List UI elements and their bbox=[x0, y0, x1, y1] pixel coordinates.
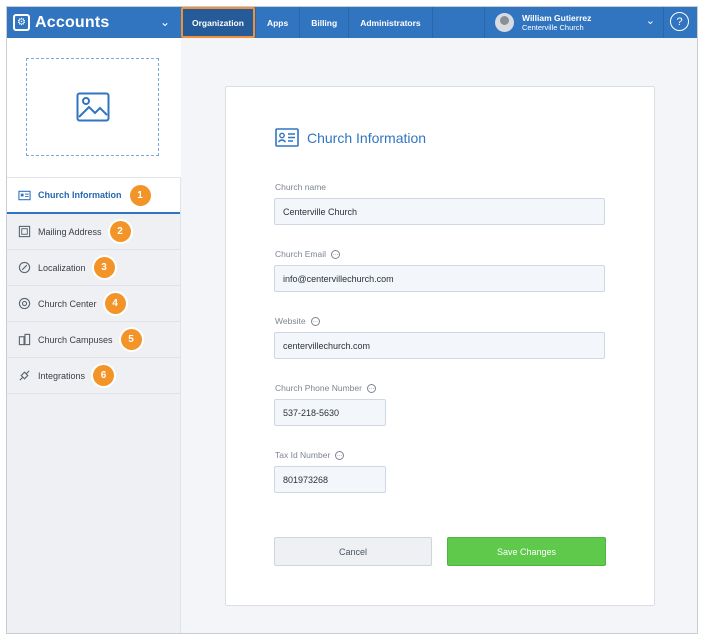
sidebar-item-label: Church Center bbox=[38, 298, 97, 309]
chevron-down-icon: ⌄ bbox=[159, 15, 170, 29]
map-icon bbox=[18, 225, 31, 238]
tax-id-label: Tax Id Number … bbox=[275, 450, 345, 460]
info-icon[interactable]: … bbox=[335, 450, 345, 460]
sidebar-item-church-information[interactable]: Church Information 1 bbox=[7, 178, 180, 214]
church-info-card: Church Information Church name Church Em… bbox=[225, 86, 655, 606]
cancel-button[interactable]: Cancel bbox=[274, 537, 432, 566]
sidebar-item-label: Integrations bbox=[38, 370, 86, 381]
top-nav: Organization Apps Billing Administrators bbox=[181, 7, 433, 38]
buildings-icon bbox=[18, 333, 31, 346]
church-name-label: Church name bbox=[275, 182, 327, 192]
avatar bbox=[495, 13, 514, 32]
website-label: Website … bbox=[275, 316, 320, 326]
sidebar: Church Information 1 Mailing Address 2 L… bbox=[7, 38, 181, 633]
step-badge: 5 bbox=[120, 329, 142, 350]
tax-id-input[interactable] bbox=[274, 466, 386, 493]
logo-upload[interactable] bbox=[26, 58, 159, 156]
step-badge: 3 bbox=[93, 257, 115, 278]
nav-administrators[interactable]: Administrators bbox=[349, 7, 433, 38]
church-email-label: Church Email … bbox=[275, 249, 341, 259]
info-icon[interactable]: … bbox=[331, 249, 341, 259]
sidebar-item-label: Church Campuses bbox=[38, 334, 113, 345]
top-bar: ⚙ Accounts ⌄ Organization Apps Billing A… bbox=[7, 7, 697, 38]
app-window: ⚙ Accounts ⌄ Organization Apps Billing A… bbox=[6, 6, 698, 634]
sidebar-item-label: Localization bbox=[38, 262, 86, 273]
step-badge: 6 bbox=[93, 365, 115, 386]
church-center-icon bbox=[18, 297, 31, 310]
help-icon[interactable]: ? bbox=[670, 12, 689, 31]
user-info: William Gutierrez Centerville Church bbox=[522, 13, 591, 32]
app-switcher[interactable]: ⚙ Accounts ⌄ bbox=[7, 7, 178, 38]
id-card-icon bbox=[18, 190, 31, 200]
phone-input[interactable] bbox=[274, 399, 386, 426]
website-input[interactable] bbox=[274, 332, 605, 359]
info-icon[interactable]: … bbox=[310, 316, 320, 326]
plug-icon bbox=[19, 370, 30, 381]
sidebar-item-label: Church Information bbox=[38, 190, 122, 200]
sidebar-item-integrations[interactable]: Integrations 6 bbox=[7, 358, 180, 394]
church-email-input[interactable] bbox=[274, 265, 605, 292]
phone-label: Church Phone Number … bbox=[275, 383, 376, 393]
app-title: Accounts bbox=[35, 13, 110, 31]
nav-organization[interactable]: Organization bbox=[181, 7, 256, 38]
nav-apps[interactable]: Apps bbox=[256, 7, 301, 38]
id-card-icon bbox=[275, 128, 299, 147]
nav-billing[interactable]: Billing bbox=[300, 7, 350, 38]
compass-icon bbox=[18, 261, 31, 274]
church-name-input[interactable] bbox=[274, 198, 605, 225]
save-changes-button[interactable]: Save Changes bbox=[447, 537, 606, 566]
sidebar-item-church-center[interactable]: Church Center 4 bbox=[7, 286, 180, 322]
user-name: William Gutierrez bbox=[522, 13, 592, 23]
sidebar-item-label: Mailing Address bbox=[38, 226, 102, 237]
step-badge: 2 bbox=[109, 221, 131, 242]
sidebar-item-mailing-address[interactable]: Mailing Address 2 bbox=[7, 214, 180, 250]
sidebar-item-localization[interactable]: Localization 3 bbox=[7, 250, 180, 286]
logo-area bbox=[7, 38, 181, 178]
page-title: Church Information bbox=[307, 129, 427, 146]
card-header: Church Information bbox=[275, 128, 426, 147]
image-placeholder-icon bbox=[76, 92, 109, 122]
chevron-down-icon: ⌄ bbox=[645, 15, 655, 27]
gear-box-icon: ⚙ bbox=[13, 14, 30, 31]
info-icon[interactable]: … bbox=[366, 383, 376, 393]
step-badge: 1 bbox=[129, 184, 151, 206]
user-org: Centerville Church bbox=[522, 23, 584, 32]
step-badge: 4 bbox=[104, 293, 126, 314]
user-menu[interactable]: William Gutierrez Centerville Church ⌄ bbox=[484, 7, 664, 38]
sidebar-item-church-campuses[interactable]: Church Campuses 5 bbox=[7, 322, 180, 358]
